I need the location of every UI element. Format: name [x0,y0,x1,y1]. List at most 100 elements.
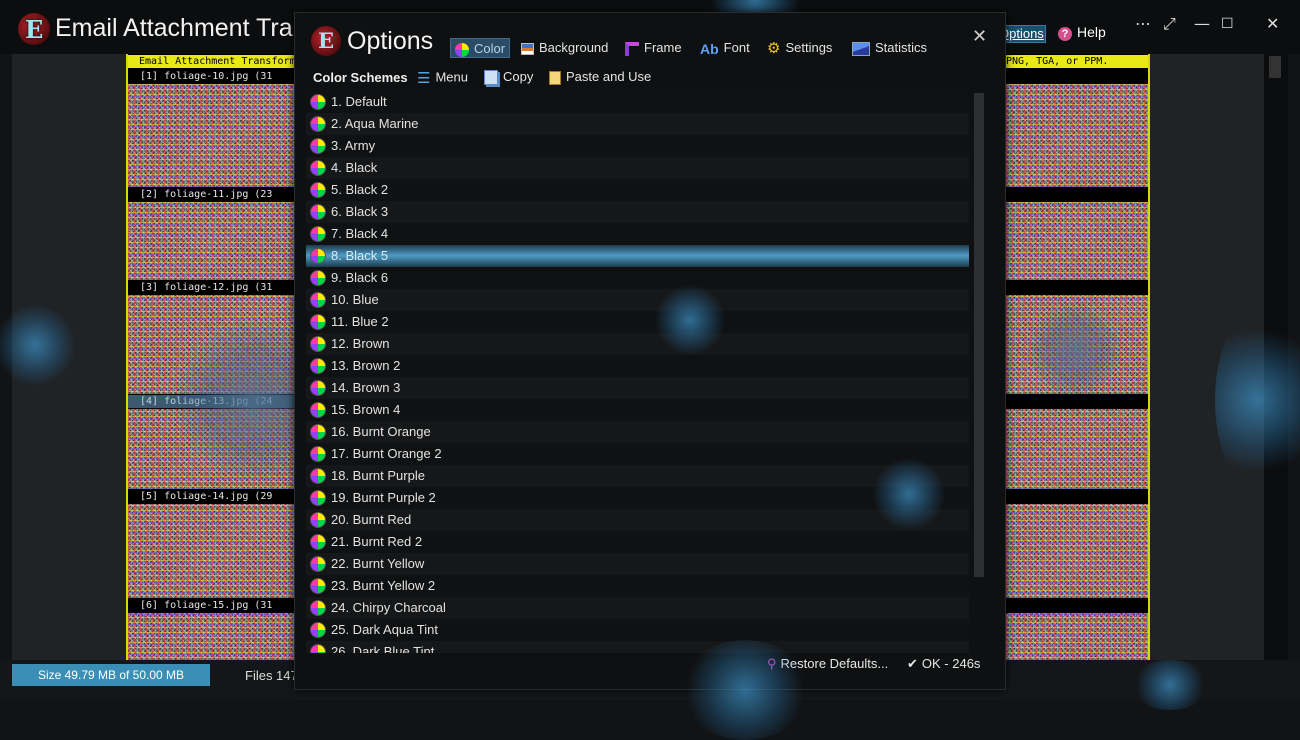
list-item[interactable]: 15. Brown 4 [306,399,969,421]
list-item[interactable]: 21. Burnt Red 2 [306,531,969,553]
list-item[interactable]: 18. Burnt Purple [306,465,969,487]
list-item[interactable]: 11. Blue 2 [306,311,969,333]
color-scheme-icon [310,490,326,506]
list-item[interactable]: 13. Brown 2 [306,355,969,377]
image-thumbnail[interactable] [128,504,294,598]
image-thumbnail[interactable] [1006,202,1148,280]
tab-color[interactable]: Color [450,38,511,58]
list-item[interactable]: 14. Brown 3 [306,377,969,399]
hamburger-menu-icon: ☰ [417,70,431,87]
list-item[interactable]: 9. Black 6 [306,267,969,289]
list-item-label: 7. Black 4 [331,226,389,241]
list-item[interactable]: 12. Brown [306,333,969,355]
list-item-selected[interactable]: 8. Black 5 [306,245,969,267]
tab-settings[interactable]: ⚙ Settings [767,38,832,58]
list-item[interactable]: 23. Burnt Yellow 2 [306,575,969,597]
file-label[interactable]: [2] foliage-11.jpg (23 [128,188,298,201]
list-item-label: 21. Burnt Red 2 [331,534,423,549]
list-item-label: 6. Black 3 [331,204,389,219]
tab-background[interactable]: Background [521,38,608,58]
dialog-close-icon[interactable]: ✕ [972,26,987,47]
files-count: Files 147 [245,668,298,683]
list-item-label: 16. Burnt Orange [331,424,431,439]
list-item-label: 17. Burnt Orange 2 [331,446,442,461]
copy-label: Copy [503,69,534,84]
color-scheme-icon [310,512,326,528]
color-scheme-icon [310,402,326,418]
file-label[interactable]: [6] foliage-15.jpg (31 [128,599,298,612]
main-scrollbar[interactable] [1264,54,1288,660]
banner-left-text: Email Attachment Transformer [139,56,308,67]
list-item-label: 11. Blue 2 [331,314,389,329]
list-item[interactable]: 17. Burnt Orange 2 [306,443,969,465]
size-indicator: Size 49.79 MB of 50.00 MB [12,664,210,686]
list-item[interactable]: 6. Black 3 [306,201,969,223]
list-item[interactable]: 1. Default [306,91,969,113]
tab-statistics[interactable]: Statistics [852,38,927,58]
image-thumbnail[interactable] [1006,84,1148,187]
list-scrollbar[interactable] [974,93,984,577]
color-scheme-icon [310,424,326,440]
tab-color-label: Color [474,41,506,56]
color-scheme-icon [310,204,326,220]
image-thumbnail[interactable] [128,202,294,280]
copy-icon [484,70,498,86]
list-item-label: 13. Brown 2 [331,358,401,373]
list-item[interactable]: 20. Burnt Red [306,509,969,531]
restore-label: Restore Defaults... [780,656,889,671]
image-thumbnail[interactable] [128,84,294,187]
color-scheme-icon [310,534,326,550]
list-item[interactable]: 7. Black 4 [306,223,969,245]
paste-and-use-button[interactable]: Paste and Use [549,69,651,85]
list-item[interactable]: 5. Black 2 [306,179,969,201]
app-logo: E [18,13,50,45]
tab-statistics-label: Statistics [875,40,928,55]
list-item-label: 18. Burnt Purple [331,468,425,483]
restore-icon: ⚲ [767,656,777,671]
image-thumbnail[interactable] [1006,504,1148,598]
list-item[interactable]: 24. Chirpy Charcoal [306,597,969,619]
main-scrollbar-thumb[interactable] [1269,56,1281,78]
image-thumbnail[interactable] [128,613,294,660]
image-thumbnail[interactable] [1006,613,1148,660]
image-thumbnail[interactable] [1006,409,1148,489]
tab-frame[interactable]: Frame [625,38,682,58]
more-icon[interactable]: ⋯ [1135,14,1151,33]
list-item-label: 24. Chirpy Charcoal [331,600,446,615]
restore-defaults-button[interactable]: ⚲ Restore Defaults... [767,656,888,672]
list-item[interactable]: 26. Dark Blue Tint [306,641,969,653]
menu-button[interactable]: ☰ Menu [417,69,468,87]
list-scrollbar-thumb[interactable] [974,93,984,577]
list-item[interactable]: 10. Blue [306,289,969,311]
expand-icon[interactable]: ⤢ [1163,14,1176,34]
help-button[interactable]: ? Help [1058,24,1106,41]
list-item-label: 3. Army [331,138,376,153]
maximize-icon[interactable]: ☐ [1221,16,1234,32]
copy-button[interactable]: Copy [484,69,534,86]
list-item[interactable]: 4. Black [306,157,969,179]
tab-font[interactable]: Ab Font [700,38,750,58]
list-item[interactable]: 25. Dark Aqua Tint [306,619,969,641]
list-item-label: 22. Burnt Yellow [331,556,425,571]
color-scheme-list[interactable]: 1. Default 2. Aqua Marine 3. Army 4. Black 5… [306,91,969,653]
file-label[interactable]: [3] foliage-12.jpg (31 [128,281,298,294]
close-icon[interactable]: ✕ [1266,14,1279,33]
dialog-logo: E [311,26,341,56]
list-item[interactable]: 16. Burnt Orange [306,421,969,443]
color-scheme-icon [310,600,326,616]
file-label[interactable]: [1] foliage-10.jpg (31 [128,70,298,83]
minimize-icon[interactable]: — [1194,14,1210,33]
list-item-label: 9. Black 6 [331,270,389,285]
list-item[interactable]: 3. Army [306,135,969,157]
background-image-icon [521,42,534,55]
help-label: Help [1077,24,1106,40]
color-scheme-icon [310,336,326,352]
file-label[interactable]: [5] foliage-14.jpg (29 [128,490,298,503]
list-item[interactable]: 19. Burnt Purple 2 [306,487,969,509]
ok-button[interactable]: ✔ OK - 246s [907,656,980,672]
list-item[interactable]: 22. Burnt Yellow [306,553,969,575]
list-item-label: 14. Brown 3 [331,380,401,395]
list-item[interactable]: 2. Aqua Marine [306,113,969,135]
color-scheme-icon [310,94,326,110]
chart-icon [852,41,870,56]
